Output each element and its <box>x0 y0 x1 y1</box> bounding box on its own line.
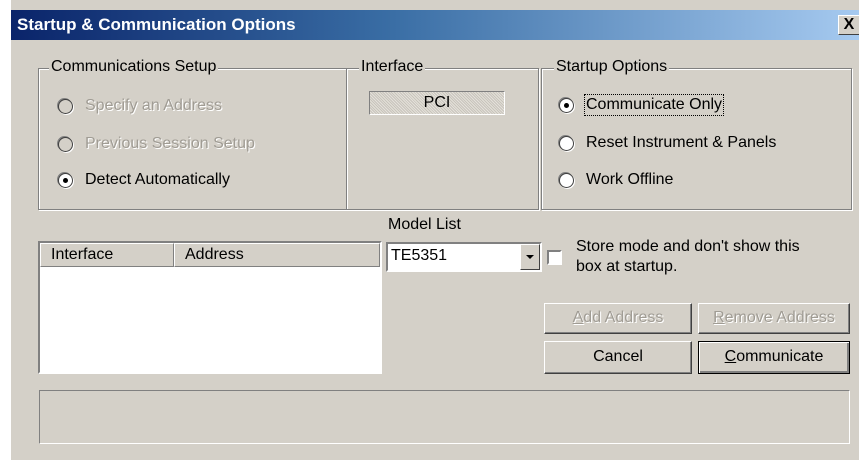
radio-button[interactable] <box>559 97 574 113</box>
radio-button[interactable] <box>559 172 574 188</box>
radio-label: Previous Session Setup <box>85 135 255 152</box>
radio-reset-instrument[interactable]: Reset Instrument & Panels <box>559 134 776 152</box>
column-header-address[interactable]: Address <box>174 243 380 267</box>
model-list-value: TE5351 <box>391 247 448 264</box>
mnemonic: R <box>713 309 725 326</box>
startup-communication-dialog: Startup & Communication Options X Commun… <box>10 0 859 460</box>
remove-address-button[interactable]: Remove Address <box>698 303 850 334</box>
interface-group-label: Interface <box>359 58 426 76</box>
model-list-select[interactable]: TE5351 <box>386 242 542 272</box>
store-mode-label[interactable]: Store mode and don't show this box at st… <box>576 237 800 277</box>
radio-label: Detect Automatically <box>85 171 230 188</box>
window-title: Startup & Communication Options <box>17 15 296 34</box>
radio-label: Reset Instrument & Panels <box>586 134 777 151</box>
radio-detect-automatically[interactable]: Detect Automatically <box>58 171 230 189</box>
interface-value-display: PCI <box>369 91 505 115</box>
model-list-label: Model List <box>388 216 461 233</box>
radio-label: Specify an Address <box>85 97 222 114</box>
close-button[interactable]: X <box>838 15 859 35</box>
communications-setup-label: Communications Setup <box>49 58 219 76</box>
communications-setup-group: Communications Setup Specify an Address … <box>38 58 347 210</box>
mnemonic: A <box>572 309 584 326</box>
radio-button[interactable] <box>58 136 73 152</box>
address-list[interactable]: Interface Address <box>38 241 382 374</box>
radio-communicate-only[interactable]: Communicate Only <box>559 94 725 116</box>
button-label: emove Address <box>724 309 835 326</box>
interface-group: Interface PCI <box>346 58 539 210</box>
cancel-button[interactable]: Cancel <box>544 341 692 374</box>
radio-label: Work Offline <box>586 171 674 188</box>
communicate-button[interactable]: Communicate <box>698 341 850 374</box>
add-address-button[interactable]: Add Address <box>544 303 692 334</box>
button-label: dd Address <box>583 309 664 326</box>
radio-label: Communicate Only <box>583 94 725 116</box>
radio-specify-address[interactable]: Specify an Address <box>58 97 222 115</box>
status-bar <box>39 390 850 444</box>
store-mode-checkbox[interactable] <box>547 250 562 265</box>
radio-previous-session[interactable]: Previous Session Setup <box>58 135 255 153</box>
store-mode-label-line2: box at startup. <box>576 258 678 275</box>
title-bar[interactable]: Startup & Communication Options X <box>11 10 859 40</box>
radio-button[interactable] <box>559 135 574 151</box>
close-icon: X <box>843 16 855 33</box>
startup-options-label: Startup Options <box>554 58 670 76</box>
dropdown-arrow-icon[interactable] <box>520 244 540 270</box>
radio-work-offline[interactable]: Work Offline <box>559 171 673 189</box>
button-label: ommunicate <box>736 348 824 365</box>
list-header: Interface Address <box>40 243 380 267</box>
radio-button[interactable] <box>58 98 73 114</box>
startup-options-group: Startup Options Communicate Only Reset I… <box>541 58 852 210</box>
radio-button[interactable] <box>58 172 73 188</box>
mnemonic: C <box>724 348 737 365</box>
column-header-interface[interactable]: Interface <box>40 243 174 267</box>
store-mode-label-line1: Store mode and don't show this <box>576 238 800 255</box>
